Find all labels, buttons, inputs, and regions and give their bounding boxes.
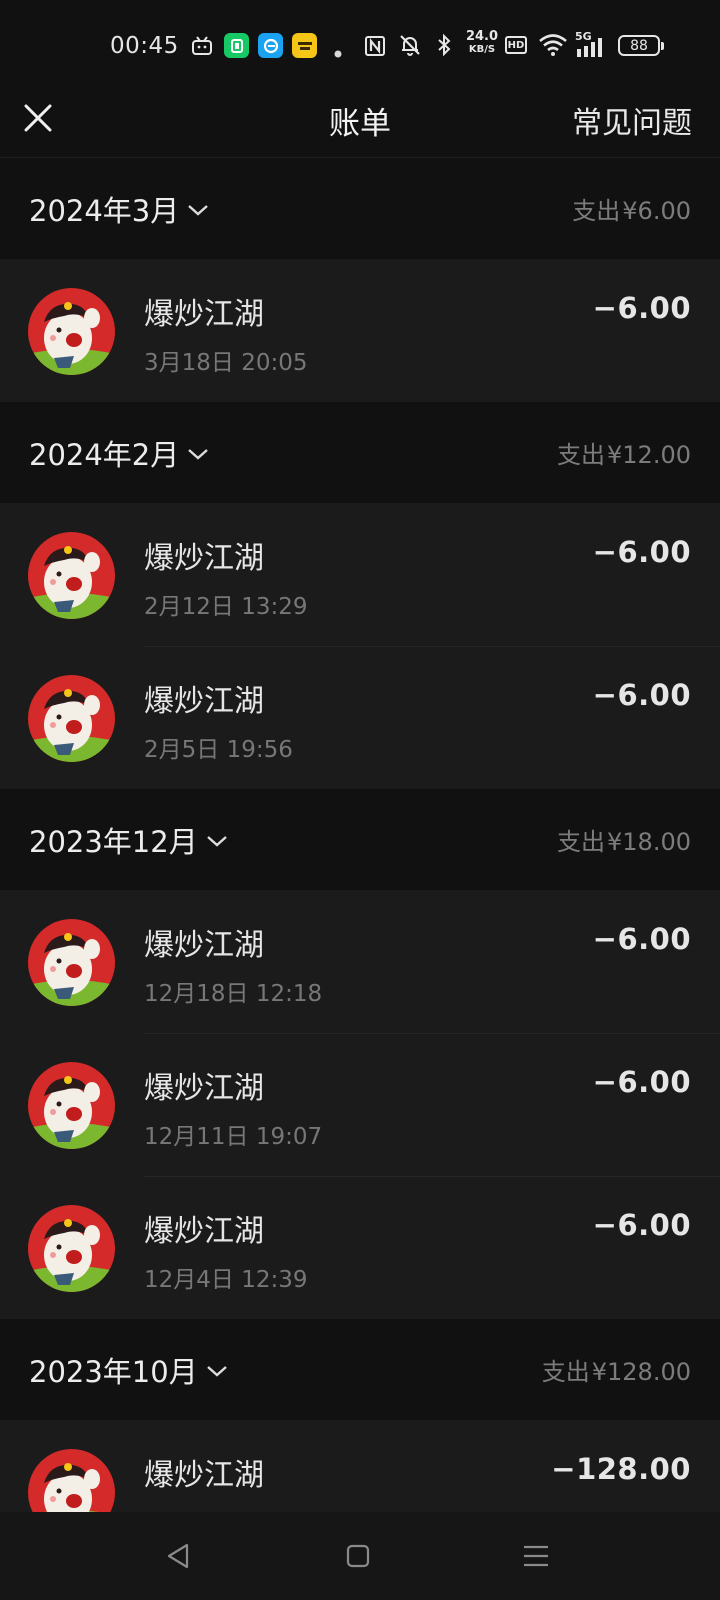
merchant-name: 爆炒江湖 [144, 928, 264, 963]
bilibili-icon [192, 36, 212, 55]
merchant-avatar [28, 675, 115, 762]
green-app-icon [224, 33, 249, 58]
menu-lines-icon [524, 1545, 548, 1567]
net-speed-unit: KB/S [468, 44, 496, 55]
merchant-avatar [28, 1205, 115, 1292]
transaction-row[interactable]: 爆炒江湖 12月11日 19:07 −6.00 [0, 1033, 720, 1176]
month-summary-amount: ¥128.00 [591, 1358, 691, 1386]
chevron-down-icon [188, 449, 209, 460]
month-summary-amount: ¥6.00 [622, 197, 691, 225]
month-selector[interactable]: 2023年10月 [29, 1349, 228, 1391]
transaction-amount: −6.00 [592, 922, 691, 956]
net-speed-value: 24.0 [465, 29, 499, 44]
merchant-name: 爆炒江湖 [144, 1458, 264, 1493]
month-summary: 支出¥12.00 [557, 435, 691, 470]
blue-app-icon [258, 33, 283, 58]
month-header: 2024年2月 支出¥12.00 [0, 402, 720, 503]
month-label: 2023年12月 [29, 824, 198, 859]
back-triangle-icon [167, 1543, 189, 1569]
month-selector[interactable]: 2024年3月 [29, 188, 209, 230]
merchant-name: 爆炒江湖 [144, 1071, 264, 1106]
transaction-time: 2月5日 19:56 [144, 737, 293, 763]
bluetooth-icon [438, 33, 451, 57]
system-nav-bar [0, 1512, 720, 1600]
merchant-avatar [28, 288, 115, 375]
transaction-amount: −6.00 [592, 535, 691, 569]
month-summary-prefix: 支出 [557, 828, 606, 856]
nav-back-button[interactable] [118, 1512, 238, 1600]
month-header: 2023年10月 支出¥128.00 [0, 1319, 720, 1420]
merchant-avatar [28, 919, 115, 1006]
month-label: 2023年10月 [29, 1354, 198, 1389]
merchant-avatar [28, 1449, 115, 1512]
transaction-row[interactable]: 爆炒江湖 −128.00 [0, 1420, 720, 1512]
month-summary: 支出¥128.00 [542, 1352, 691, 1387]
transaction-amount: −6.00 [592, 291, 691, 325]
transaction-row[interactable]: 爆炒江湖 2月5日 19:56 −6.00 [0, 646, 720, 789]
battery-indicator: 88 [618, 35, 664, 56]
faq-link[interactable]: 常见问题 [572, 98, 692, 142]
transaction-time: 3月18日 20:05 [144, 350, 308, 376]
transaction-row[interactable]: 爆炒江湖 12月4日 12:39 −6.00 [0, 1176, 720, 1319]
merchant-avatar [28, 532, 115, 619]
transaction-time: 12月4日 12:39 [144, 1267, 308, 1293]
month-selector[interactable]: 2023年12月 [29, 819, 228, 861]
month-summary-amount: ¥18.00 [607, 828, 691, 856]
signal-icon [577, 38, 602, 57]
merchant-name: 爆炒江湖 [144, 1214, 264, 1249]
transaction-row[interactable]: 爆炒江湖 12月18日 12:18 −6.00 [0, 890, 720, 1033]
month-summary-prefix: 支出 [557, 441, 606, 469]
month-selector[interactable]: 2024年2月 [29, 432, 209, 474]
chevron-down-icon [206, 836, 227, 847]
nav-home-button[interactable] [298, 1512, 418, 1600]
merchant-name: 爆炒江湖 [144, 297, 264, 332]
transaction-time: 12月18日 12:18 [144, 981, 323, 1007]
merchant-avatar [28, 1062, 115, 1149]
transaction-amount: −6.00 [592, 1208, 691, 1242]
month-header: 2024年3月 支出¥6.00 [0, 158, 720, 259]
month-summary: 支出¥18.00 [557, 822, 691, 857]
transaction-row[interactable]: 爆炒江湖 2月12日 13:29 −6.00 [0, 503, 720, 646]
status-bar: 00:45 24.0 KB/S HD 5G 88 [0, 0, 720, 90]
transaction-time: 12月11日 19:07 [144, 1124, 323, 1150]
nfc-icon [365, 36, 385, 56]
home-square-icon [346, 1544, 370, 1568]
month-label: 2024年3月 [29, 193, 180, 228]
transaction-row[interactable]: 爆炒江湖 3月18日 20:05 −6.00 [0, 259, 720, 402]
transaction-amount: −128.00 [551, 1452, 691, 1486]
net-speed: 24.0 KB/S [464, 30, 500, 56]
month-header: 2023年12月 支出¥18.00 [0, 789, 720, 890]
dot-icon [334, 50, 342, 58]
mute-bell-icon [400, 35, 420, 56]
status-time: 00:45 [110, 33, 179, 59]
merchant-name: 爆炒江湖 [144, 684, 264, 719]
nav-menu-button[interactable] [476, 1512, 596, 1600]
chevron-down-icon [188, 205, 209, 216]
month-summary-amount: ¥12.00 [607, 441, 691, 469]
transaction-amount: −6.00 [592, 678, 691, 712]
bill-list[interactable]: 2024年3月 支出¥6.00 爆炒江湖 3月18日 20:05 −6.00 2… [0, 158, 720, 1512]
yellow-app-icon [292, 33, 317, 58]
transaction-amount: −6.00 [592, 1065, 691, 1099]
month-summary: 支出¥6.00 [572, 191, 691, 226]
chevron-down-icon [206, 1366, 227, 1377]
month-label: 2024年2月 [29, 437, 180, 472]
month-summary-prefix: 支出 [572, 197, 621, 225]
header-bar: 账单 常见问题 [0, 90, 720, 158]
merchant-name: 爆炒江湖 [144, 541, 264, 576]
month-summary-prefix: 支出 [541, 1358, 590, 1386]
transaction-time: 2月12日 13:29 [144, 594, 308, 620]
wifi-icon [539, 34, 567, 56]
hd-badge: HD [505, 36, 527, 54]
